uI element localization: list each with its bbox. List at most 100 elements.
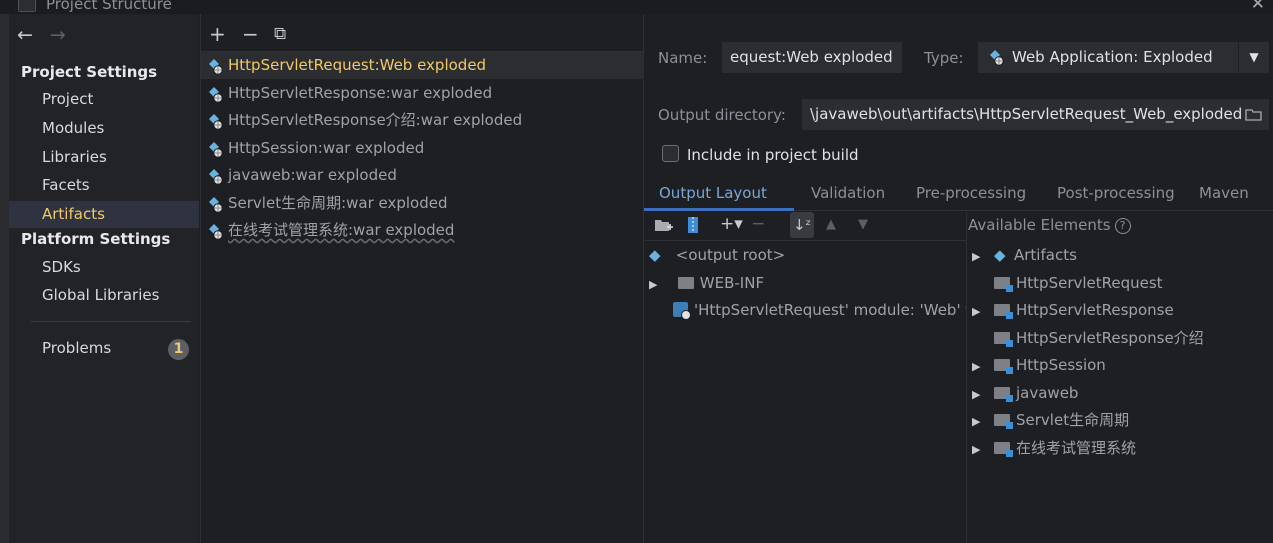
back-arrow-icon[interactable]: ←: [17, 24, 33, 46]
module-folder-icon: [994, 332, 1013, 347]
close-icon[interactable]: ✕: [1251, 0, 1265, 14]
expand-arrow-icon[interactable]: ▶: [972, 408, 986, 435]
available-module-node[interactable]: ▶ 在线考试管理系统: [972, 435, 1136, 462]
type-dropdown[interactable]: Web Application: Exploded ▼: [978, 42, 1269, 73]
sidebar-item-problems[interactable]: Problems 1: [9, 335, 199, 362]
tab-pre-processing[interactable]: Pre-processing: [916, 179, 1026, 211]
web-artifact-icon: [209, 142, 223, 158]
sort-icon: ↓ᶻ: [793, 216, 812, 234]
add-icon[interactable]: +: [209, 22, 226, 46]
available-artifacts-node[interactable]: ▶ ◆ Artifacts: [972, 242, 1077, 269]
project-settings-header: Project Settings: [21, 63, 158, 81]
sidebar-divider: [31, 321, 191, 322]
background-window-edge: [0, 14, 9, 543]
web-artifact-icon: [209, 197, 223, 213]
remove-icon[interactable]: −: [242, 22, 259, 46]
artifact-label: HttpSession:war exploded: [228, 139, 425, 157]
expand-arrow-icon[interactable]: ▶: [649, 271, 663, 298]
available-elements-header: Available Elements?: [968, 211, 1131, 239]
module-folder-icon: [994, 414, 1013, 429]
tab-validation[interactable]: Validation: [811, 179, 885, 211]
sidebar-item-global-libraries[interactable]: Global Libraries: [9, 282, 199, 309]
expand-arrow-icon[interactable]: ▶: [972, 298, 986, 325]
expand-arrow-icon[interactable]: ▶: [972, 436, 986, 463]
web-artifact-icon: [209, 224, 223, 240]
sidebar-item-project[interactable]: Project: [9, 86, 199, 113]
expand-arrow-icon[interactable]: ▶: [972, 381, 986, 408]
web-artifact-icon: [209, 114, 223, 130]
artifact-label: Servlet生命周期:war exploded: [228, 194, 448, 212]
include-in-build-checkbox[interactable]: [662, 145, 679, 162]
type-value: Web Application: Exploded: [1012, 48, 1213, 66]
sidebar-item-sdks[interactable]: SDKs: [9, 254, 199, 281]
output-layout-toolbar: +▾ − ↓ᶻ ▲ ▼: [645, 212, 967, 240]
output-root-icon: ◆: [649, 246, 661, 264]
remove-element-icon[interactable]: −: [751, 214, 765, 234]
include-in-build-label: Include in project build: [687, 146, 859, 164]
available-elements-title: Available Elements: [968, 216, 1111, 234]
artifacts-icon: ◆: [994, 246, 1006, 264]
output-directory-field[interactable]: \javaweb\out\artifacts\HttpServletReques…: [802, 99, 1269, 130]
available-module-node[interactable]: ▶ HttpServletResponse: [972, 297, 1174, 324]
artifact-item[interactable]: 在线考试管理系统:war exploded: [201, 217, 644, 244]
settings-sidebar: ← → Project Settings Project Modules Lib…: [9, 14, 199, 543]
artifact-detail-pane: Name: equest:Web exploded Type: Web Appl…: [644, 14, 1273, 543]
layout-pane-divider[interactable]: [966, 212, 967, 543]
module-folder-icon: [994, 304, 1013, 319]
platform-settings-header: Platform Settings: [21, 230, 171, 248]
layout-toolbar-divider: [645, 240, 967, 241]
type-label: Type:: [924, 49, 964, 67]
web-inf-node[interactable]: ▶ WEB-INF: [649, 270, 764, 297]
expand-arrow-icon[interactable]: ▶: [972, 243, 986, 270]
move-down-icon[interactable]: ▼: [858, 217, 868, 232]
tab-output-layout[interactable]: Output Layout: [644, 179, 794, 211]
module-output-node[interactable]: 'HttpServletRequest' module: 'Web' f: [673, 297, 966, 324]
window-title: Project Structure: [46, 0, 172, 13]
sidebar-item-facets[interactable]: Facets: [9, 172, 199, 199]
available-module-node[interactable]: HttpServletRequest: [972, 270, 1163, 297]
move-up-icon[interactable]: ▲: [826, 217, 836, 232]
artifact-label: javaweb:war exploded: [228, 166, 397, 184]
artifact-label: HttpServletRequest:Web exploded: [228, 56, 487, 74]
tab-maven[interactable]: Maven: [1199, 179, 1249, 211]
create-directory-icon[interactable]: [654, 218, 673, 233]
folder-browse-icon[interactable]: [1245, 108, 1263, 121]
chevron-down-icon[interactable]: ▼: [1238, 42, 1269, 73]
sidebar-item-libraries[interactable]: Libraries: [9, 144, 199, 171]
artifact-item[interactable]: javaweb:war exploded: [201, 162, 644, 189]
folder-icon: [677, 277, 694, 289]
artifact-item[interactable]: HttpSession:war exploded: [201, 135, 644, 162]
sidebar-item-artifacts[interactable]: Artifacts: [9, 201, 199, 228]
available-module-node[interactable]: ▶ Servlet生命周期: [972, 407, 1129, 434]
expand-arrow-icon[interactable]: ▶: [972, 353, 986, 380]
forward-arrow-icon[interactable]: →: [50, 24, 66, 46]
artifact-item[interactable]: HttpServletRequest:Web exploded: [201, 52, 644, 79]
output-directory-label: Output directory:: [658, 106, 786, 124]
problems-label: Problems: [42, 339, 112, 357]
available-artifacts-label: Artifacts: [1014, 246, 1077, 264]
module-folder-icon: [994, 277, 1013, 292]
module-folder-icon: [994, 359, 1013, 374]
tab-post-processing[interactable]: Post-processing: [1057, 179, 1175, 211]
artifact-item[interactable]: HttpServletResponse:war exploded: [201, 80, 644, 107]
available-module-node[interactable]: ▶ javaweb: [972, 380, 1078, 407]
name-field[interactable]: equest:Web exploded: [722, 42, 902, 73]
artifact-label: 在线考试管理系统:war exploded: [228, 221, 455, 239]
available-module-label: HttpSession: [1016, 356, 1106, 374]
available-module-node[interactable]: ▶ HttpSession: [972, 352, 1106, 379]
available-module-label: HttpServletResponse: [1016, 301, 1174, 319]
help-icon[interactable]: ?: [1114, 218, 1131, 234]
available-module-node[interactable]: HttpServletResponse介绍: [972, 325, 1204, 352]
module-output-label: 'HttpServletRequest' module: 'Web' f: [694, 301, 966, 319]
problems-count-badge: 1: [168, 339, 189, 360]
create-archive-icon[interactable]: [686, 216, 700, 234]
output-root-label: <output root>: [675, 246, 786, 264]
add-copy-of-icon[interactable]: +▾: [720, 214, 743, 234]
module-output-icon: [673, 302, 691, 320]
artifact-item[interactable]: HttpServletResponse介绍:war exploded: [201, 107, 644, 134]
available-module-label: 在线考试管理系统: [1016, 439, 1137, 457]
artifact-item[interactable]: Servlet生命周期:war exploded: [201, 190, 644, 217]
output-root-node[interactable]: ◆ <output root>: [649, 242, 785, 269]
copy-icon[interactable]: ⧉: [274, 24, 286, 44]
sidebar-item-modules[interactable]: Modules: [9, 115, 199, 142]
